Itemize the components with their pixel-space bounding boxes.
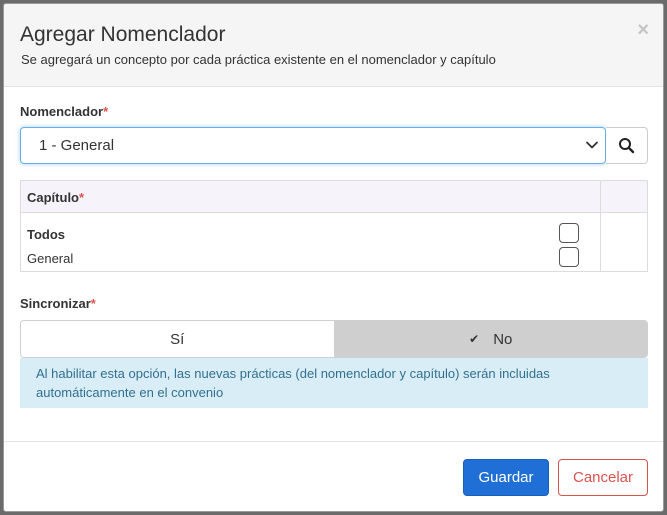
option-yes-label: Sí	[170, 330, 185, 348]
sincronizar-info-message: Al habilitar esta opción, las nuevas prá…	[20, 358, 648, 408]
capitulo-table-header: Capítulo*	[21, 181, 647, 213]
capitulo-label: Capítulo*	[27, 190, 84, 205]
checkbox-todos[interactable]	[559, 223, 579, 243]
chevron-down-icon	[586, 141, 598, 149]
required-mark: *	[103, 104, 109, 119]
modal-title: Agregar Nomenclador	[20, 23, 226, 46]
sincronizar-label-text: Sincronizar	[20, 296, 91, 311]
option-no-label: No	[493, 330, 513, 348]
modal-subtitle: Se agregará un concepto por cada práctic…	[21, 52, 496, 67]
search-button[interactable]	[606, 127, 648, 164]
nomenclador-label: Nomenclador*	[20, 104, 108, 119]
cancel-button[interactable]: Cancelar	[558, 459, 648, 496]
column-divider	[600, 181, 601, 271]
capitulo-label-text: Capítulo	[27, 190, 79, 205]
capitulo-row-general: General	[27, 251, 74, 266]
sincronizar-label: Sincronizar*	[20, 296, 96, 311]
required-mark: *	[90, 296, 96, 311]
add-nomenclador-modal: Agregar Nomenclador Se agregará un conce…	[3, 3, 664, 512]
close-icon[interactable]: ×	[637, 20, 649, 40]
search-icon	[619, 138, 635, 154]
capitulo-row-todos: Todos	[27, 227, 66, 242]
footer-divider	[4, 441, 663, 442]
nomenclador-selected-value: 1 - General	[39, 137, 115, 154]
nomenclador-select[interactable]: 1 - General	[20, 127, 606, 164]
save-button[interactable]: Guardar	[463, 459, 549, 496]
capitulo-table: Capítulo* Todos General	[20, 180, 648, 272]
check-icon: ✔	[469, 332, 480, 346]
nomenclador-label-text: Nomenclador	[20, 104, 104, 119]
sincronizar-toggle: Sí ✔ No	[20, 320, 648, 358]
sincronizar-option-no[interactable]: ✔ No	[334, 321, 647, 357]
modal-header: Agregar Nomenclador Se agregará un conce…	[4, 4, 663, 87]
required-mark: *	[79, 190, 85, 205]
checkbox-general[interactable]	[559, 247, 579, 267]
sincronizar-option-yes[interactable]: Sí	[21, 321, 335, 357]
